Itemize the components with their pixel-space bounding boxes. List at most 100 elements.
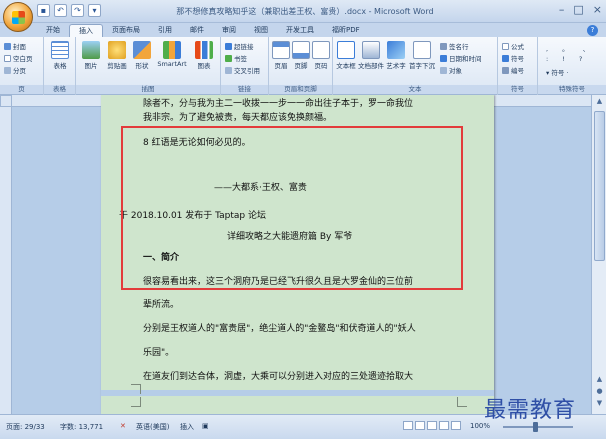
picture-button[interactable]: 图片 xyxy=(79,41,103,70)
margin-corner-marker xyxy=(131,384,141,394)
wordart-button[interactable]: 艺术字 xyxy=(385,41,407,70)
smartart-button[interactable]: SmartArt xyxy=(154,41,190,68)
footer-icon xyxy=(292,41,310,59)
group-label-links: 链接 xyxy=(221,85,268,94)
table-icon xyxy=(51,41,69,59)
omega-icon xyxy=(502,55,509,62)
undo-icon[interactable]: ↶ xyxy=(54,4,67,17)
page-number-button[interactable]: 页码 xyxy=(311,41,331,70)
section-heading: 一、简介 xyxy=(143,253,180,263)
maximize-button[interactable]: □ xyxy=(573,3,583,16)
group-label-tables: 表格 xyxy=(44,85,75,94)
clip-art-button[interactable]: 剪贴画 xyxy=(104,41,130,70)
tab-foxit-pdf[interactable]: 福昕PDF xyxy=(323,24,369,37)
hyperlink-button[interactable]: 超链接 xyxy=(225,41,254,51)
margin-corner-marker-next xyxy=(131,397,141,407)
group-symbols: 公式 符号 编号 符号 xyxy=(498,37,538,95)
equation-icon xyxy=(502,43,509,50)
tab-developer[interactable]: 开发工具 xyxy=(277,24,323,37)
full-screen-reading-icon[interactable] xyxy=(415,421,425,430)
tab-home[interactable]: 开始 xyxy=(37,24,69,37)
word-count[interactable]: 字数: 13,771 xyxy=(60,422,103,432)
page-number-icon xyxy=(312,41,330,59)
footer-button[interactable]: 页脚 xyxy=(291,41,311,70)
watermark-logo: 最需教育 xyxy=(484,398,577,423)
signature-line-button[interactable]: 签名行 xyxy=(440,41,469,51)
cross-reference-button[interactable]: 交叉引用 xyxy=(225,65,260,75)
clip-art-icon xyxy=(108,41,126,59)
quick-parts-icon xyxy=(362,41,380,59)
text-box-button[interactable]: 文本框 xyxy=(335,41,357,70)
tab-page-layout[interactable]: 页面布局 xyxy=(103,24,149,37)
macro-record-icon[interactable]: ▣ xyxy=(202,422,209,430)
paragraph-line: 在道友们到达合体，洞虚，大乘可以分别进入对应的三处遗迹拾取大 xyxy=(143,372,414,382)
window-title: 那不想修真攻略知乎这（兼职出差王权、富贵）.docx - Microsoft W… xyxy=(176,7,434,16)
draft-view-icon[interactable] xyxy=(451,421,461,430)
date-time-icon xyxy=(440,55,447,62)
office-button[interactable] xyxy=(3,2,33,32)
customize-qat-icon[interactable]: ▾ xyxy=(88,4,101,17)
close-button[interactable]: × xyxy=(593,3,602,16)
minimize-button[interactable]: – xyxy=(559,3,565,16)
more-symbols-button[interactable]: ▾ 符号 · xyxy=(546,67,568,77)
header-button[interactable]: 页眉 xyxy=(271,41,291,70)
symbol-button[interactable]: 符号 xyxy=(502,53,524,63)
page-break-button[interactable]: 分页 xyxy=(4,65,26,75)
zoom-slider[interactable] xyxy=(503,426,573,428)
doc-line: 我非宗。为了避免被贵，每天都应该免换颜福。 xyxy=(143,113,333,123)
tab-view[interactable]: 视图 xyxy=(245,24,277,37)
text-box-icon xyxy=(337,41,355,59)
outline-view-icon[interactable] xyxy=(439,421,449,430)
drop-cap-button[interactable]: 首字下沉 xyxy=(408,41,436,70)
date-time-button[interactable]: 日期和时间 xyxy=(440,53,482,63)
web-layout-icon[interactable] xyxy=(427,421,437,430)
blank-page-button[interactable]: 空白页 xyxy=(4,53,33,63)
group-label-pages: 页 xyxy=(0,85,43,94)
scroll-up-icon[interactable]: ▲ xyxy=(594,97,605,107)
equation-button[interactable]: 公式 xyxy=(502,41,524,51)
group-label-special-symbols: 特殊符号 xyxy=(538,85,606,94)
chart-button[interactable]: 图表 xyxy=(191,41,217,70)
shapes-button[interactable]: 形状 xyxy=(131,41,153,70)
select-browse-object-icon[interactable]: ● xyxy=(594,387,605,397)
title-bar: ▪ ↶ ↷ ▾ 那不想修真攻略知乎这（兼职出差王权、富贵）.docx - Mic… xyxy=(0,0,606,23)
save-icon[interactable]: ▪ xyxy=(37,4,50,17)
insert-mode[interactable]: 插入 xyxy=(180,422,194,432)
cover-page-button[interactable]: 封面 xyxy=(4,41,26,51)
previous-page-icon[interactable]: ▲ xyxy=(594,375,605,385)
next-page-icon[interactable]: ▼ xyxy=(594,399,605,409)
bookmark-button[interactable]: 书签 xyxy=(225,53,247,63)
quick-parts-button[interactable]: 文档部件 xyxy=(358,41,384,70)
ruler-toggle[interactable] xyxy=(0,95,12,107)
office-logo-icon xyxy=(12,11,25,24)
numbering-button[interactable]: 编号 xyxy=(502,65,524,75)
tab-references[interactable]: 引用 xyxy=(149,24,181,37)
group-links: 超链接 书签 交叉引用 链接 xyxy=(221,37,269,95)
help-icon[interactable]: ? xyxy=(587,25,598,36)
highlight-box xyxy=(121,126,463,290)
page-count[interactable]: 页面: 29/33 xyxy=(6,422,45,432)
tab-review[interactable]: 审阅 xyxy=(213,24,245,37)
tab-insert[interactable]: 插入 xyxy=(69,24,103,37)
drop-cap-icon xyxy=(413,41,431,59)
table-button[interactable]: 表格 xyxy=(50,41,70,70)
proofing-icon[interactable]: ✕ xyxy=(120,422,126,430)
redo-icon[interactable]: ↷ xyxy=(71,4,84,17)
object-button[interactable]: 对象 xyxy=(440,65,462,75)
doc-line: 除者不，分与我为主二一收拨一一步一一命出往子本于，罗一命我位 xyxy=(143,99,414,109)
wordart-icon xyxy=(387,41,405,59)
paragraph-line: 乐园"。 xyxy=(143,348,175,358)
paragraph-line: 分别是王权道人的"富贵居"，绝尘道人的"金鳌岛"和伏奇道人的"妖人 xyxy=(143,324,416,334)
blank-page-icon xyxy=(4,55,11,62)
language-indicator[interactable]: 英语(美国) xyxy=(136,422,169,432)
vertical-ruler[interactable] xyxy=(0,107,12,414)
special-symbols-grid-2[interactable]: : ! ? xyxy=(546,55,588,63)
vertical-scrollbar[interactable]: ▲ ▲ ● ▼ xyxy=(591,95,606,414)
scroll-thumb[interactable] xyxy=(594,111,605,261)
header-icon xyxy=(272,41,290,59)
tab-mailings[interactable]: 邮件 xyxy=(181,24,213,37)
group-label-header-footer: 页眉和页脚 xyxy=(269,85,332,94)
print-layout-view-icon[interactable] xyxy=(403,421,413,430)
numbering-icon xyxy=(502,67,509,74)
special-symbols-grid[interactable]: , 。 、 xyxy=(546,43,595,53)
